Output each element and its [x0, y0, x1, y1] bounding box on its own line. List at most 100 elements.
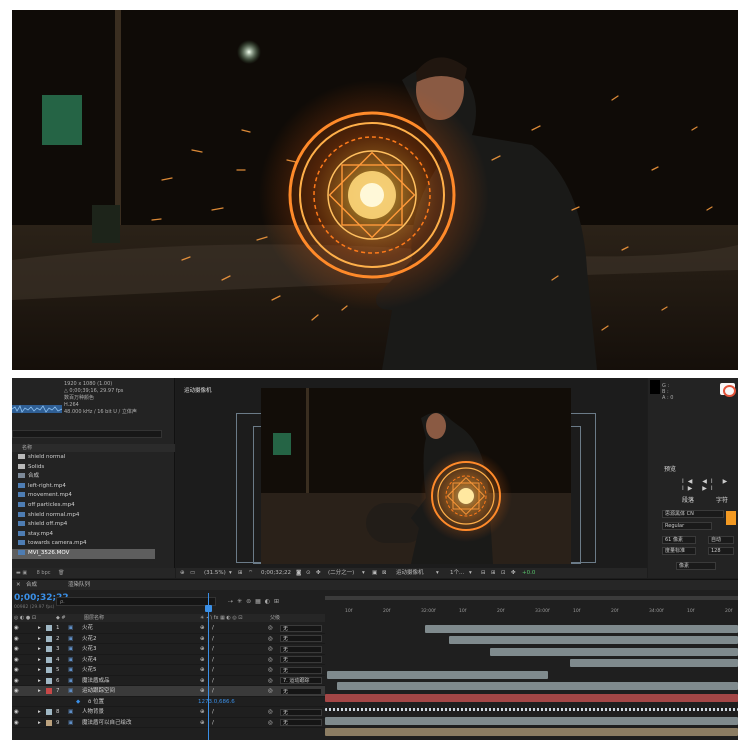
layer-name[interactable]: 火花2 [82, 634, 97, 645]
monitor-icon[interactable]: ▭ [190, 568, 195, 578]
shy-switch-icon[interactable]: ⊕ [200, 718, 205, 729]
shy-switch-icon[interactable]: ⊕ [200, 665, 205, 676]
expand-arrow-icon[interactable]: ▸ [38, 623, 41, 634]
current-time-indicator-head[interactable] [205, 605, 212, 612]
draft-3d-icon[interactable]: ⊟ [481, 568, 486, 578]
new-comp-icon[interactable]: ▣ [22, 570, 27, 576]
quality-switch-icon[interactable]: / [212, 676, 214, 687]
quality-switch-icon[interactable]: / [212, 655, 214, 666]
parent-pickwhip-icon[interactable]: ◎ [268, 634, 273, 645]
close-icon[interactable]: ✕ [16, 580, 21, 590]
label-color-swatch[interactable] [46, 667, 52, 673]
parent-pickwhip-icon[interactable]: ◎ [268, 665, 273, 676]
zoom-dropdown[interactable]: (31.5%) [204, 568, 226, 578]
expand-arrow-icon[interactable]: ▸ [38, 707, 41, 718]
project-item[interactable]: stay.mp4 [12, 530, 175, 540]
current-time-indicator[interactable] [208, 593, 209, 740]
parent-pickwhip-icon[interactable]: ◎ [268, 655, 273, 666]
exposure-value[interactable]: +0.0 [522, 568, 535, 578]
parent-pickwhip-icon[interactable]: ◎ [268, 686, 273, 697]
parent-dropdown[interactable]: 无 [280, 645, 322, 653]
parent-pickwhip-icon[interactable]: ◎ [268, 623, 273, 634]
view-layout-dropdown[interactable]: 1个... [450, 568, 464, 578]
layer-name[interactable]: 火花3 [82, 644, 97, 655]
font-style-dropdown[interactable]: Regular [662, 522, 712, 530]
layer-duration-bar[interactable] [490, 647, 738, 656]
layer-row[interactable]: ◉ ▸ 5 ▣ 火花5 ⊕ / ◎ 无 [12, 665, 325, 676]
layer-name[interactable]: 火花5 [82, 665, 97, 676]
tab-render-queue[interactable]: 渲染队列 [68, 580, 90, 590]
parent-dropdown[interactable]: 无 [280, 656, 322, 663]
label-color-swatch[interactable] [46, 709, 52, 715]
project-item[interactable]: Solids [12, 463, 175, 473]
project-item-selected[interactable]: MVI_3526.MOV [12, 548, 155, 559]
shy-switch-icon[interactable]: ⊕ [200, 623, 205, 634]
quality-switch-icon[interactable]: / [212, 644, 214, 655]
label-color-swatch[interactable] [46, 625, 52, 631]
parent-dropdown[interactable]: 无 [280, 708, 322, 716]
layer-duration-bar[interactable] [570, 659, 738, 667]
label-color-swatch[interactable] [46, 688, 52, 694]
parent-pickwhip-icon[interactable]: ◎ [268, 707, 273, 718]
camera-dropdown[interactable]: 运动摄像机 [396, 568, 424, 578]
project-item[interactable]: left-right.mp4 [12, 482, 175, 492]
eye-icon[interactable]: ◉ [14, 623, 19, 634]
layer-name[interactable]: 人物背景 [82, 707, 104, 718]
parent-dropdown[interactable]: 无 [280, 719, 322, 726]
layer-name-column-label[interactable]: 图层名称 [84, 614, 104, 622]
expand-arrow-icon[interactable]: ▸ [38, 665, 41, 676]
property-name[interactable]: ō 位置 [88, 697, 104, 708]
trash-icon[interactable]: 🗑 [58, 570, 64, 576]
eye-icon[interactable]: ◉ [14, 665, 19, 676]
tab-character[interactable]: 字符 [716, 495, 728, 504]
channel-icon[interactable]: ✤ [316, 568, 321, 578]
region-of-interest-icon[interactable]: ▣ [372, 568, 377, 578]
property-value[interactable]: 1273.0,686.6 [198, 697, 235, 708]
stopwatch-icon[interactable]: ◆ [76, 697, 80, 708]
layer-row[interactable]: ◉ ▸ 7 ▣ 运动跟踪空间 ⊕ / ◎ 无 [12, 686, 325, 697]
tab-composition[interactable]: 合成 [26, 580, 37, 590]
label-color-swatch[interactable] [46, 635, 52, 642]
parent-pickwhip-icon[interactable]: ◎ [268, 644, 273, 655]
parent-dropdown[interactable]: 无 [280, 666, 322, 674]
chevron-down-icon[interactable]: ▾ [469, 568, 472, 578]
show-snapshot-icon[interactable]: ⊙ [306, 568, 311, 578]
folder-icon[interactable]: ▬ [16, 570, 21, 576]
layer-duration-bar[interactable] [325, 728, 738, 736]
parent-dropdown[interactable]: 无 [280, 635, 322, 642]
time-navigator-bar[interactable] [325, 596, 738, 600]
quality-switch-icon[interactable]: / [212, 634, 214, 645]
font-size-field[interactable]: 61 像素 [662, 536, 696, 544]
eye-icon[interactable]: ◉ [14, 634, 19, 645]
comp-view-tab[interactable]: 运动摄像机 [184, 386, 212, 394]
shy-switch-icon[interactable]: ⊕ [200, 655, 205, 666]
project-item[interactable]: shield normal.mp4 [12, 511, 175, 521]
reset-exposure-icon[interactable]: ✤ [511, 568, 516, 578]
expand-arrow-icon[interactable]: ▸ [38, 634, 41, 645]
project-item[interactable]: off particles.mp4 [12, 501, 175, 511]
frame-blending-icon[interactable]: ▦ [255, 598, 265, 605]
viewer-timecode[interactable]: 0;00;32;22 [261, 568, 291, 578]
layer-name[interactable]: 魔法盾可以自己绘改 [82, 718, 132, 729]
layer-row[interactable]: ◉ ▸ 2 ▣ 火花2 ⊕ / ◎ 无 [12, 634, 325, 645]
shy-switch-icon[interactable]: ⊕ [200, 676, 205, 687]
eye-icon[interactable]: ◉ [14, 676, 19, 687]
expand-arrow-icon[interactable]: ▸ [38, 644, 41, 655]
layer-search-input[interactable]: ρ. [56, 597, 216, 606]
label-color-swatch[interactable] [46, 677, 52, 684]
parent-pickwhip-icon[interactable]: ◎ [268, 718, 273, 729]
project-item[interactable]: shield normal [12, 453, 175, 463]
eye-icon[interactable]: ◉ [14, 655, 19, 666]
quality-switch-icon[interactable]: / [212, 623, 214, 634]
expand-arrow-icon[interactable]: ▸ [38, 676, 41, 687]
layer-duration-bar[interactable] [325, 693, 738, 702]
shy-switch-icon[interactable]: ⊕ [200, 707, 205, 718]
time-ruler[interactable]: 10f 20f 32:00f 10f 20f 33:00f 10f 20f 34:00f 10f 2… [325, 593, 738, 621]
parent-column-label[interactable]: 父级 [270, 614, 280, 622]
quality-switch-icon[interactable]: / [212, 665, 214, 676]
label-color-swatch[interactable] [46, 646, 52, 652]
expand-arrow-icon[interactable]: ▸ [38, 718, 41, 729]
project-item[interactable]: movement.mp4 [12, 491, 175, 501]
mask-icon[interactable]: ⌔ [248, 568, 253, 578]
layer-duration-bar[interactable] [327, 670, 548, 679]
